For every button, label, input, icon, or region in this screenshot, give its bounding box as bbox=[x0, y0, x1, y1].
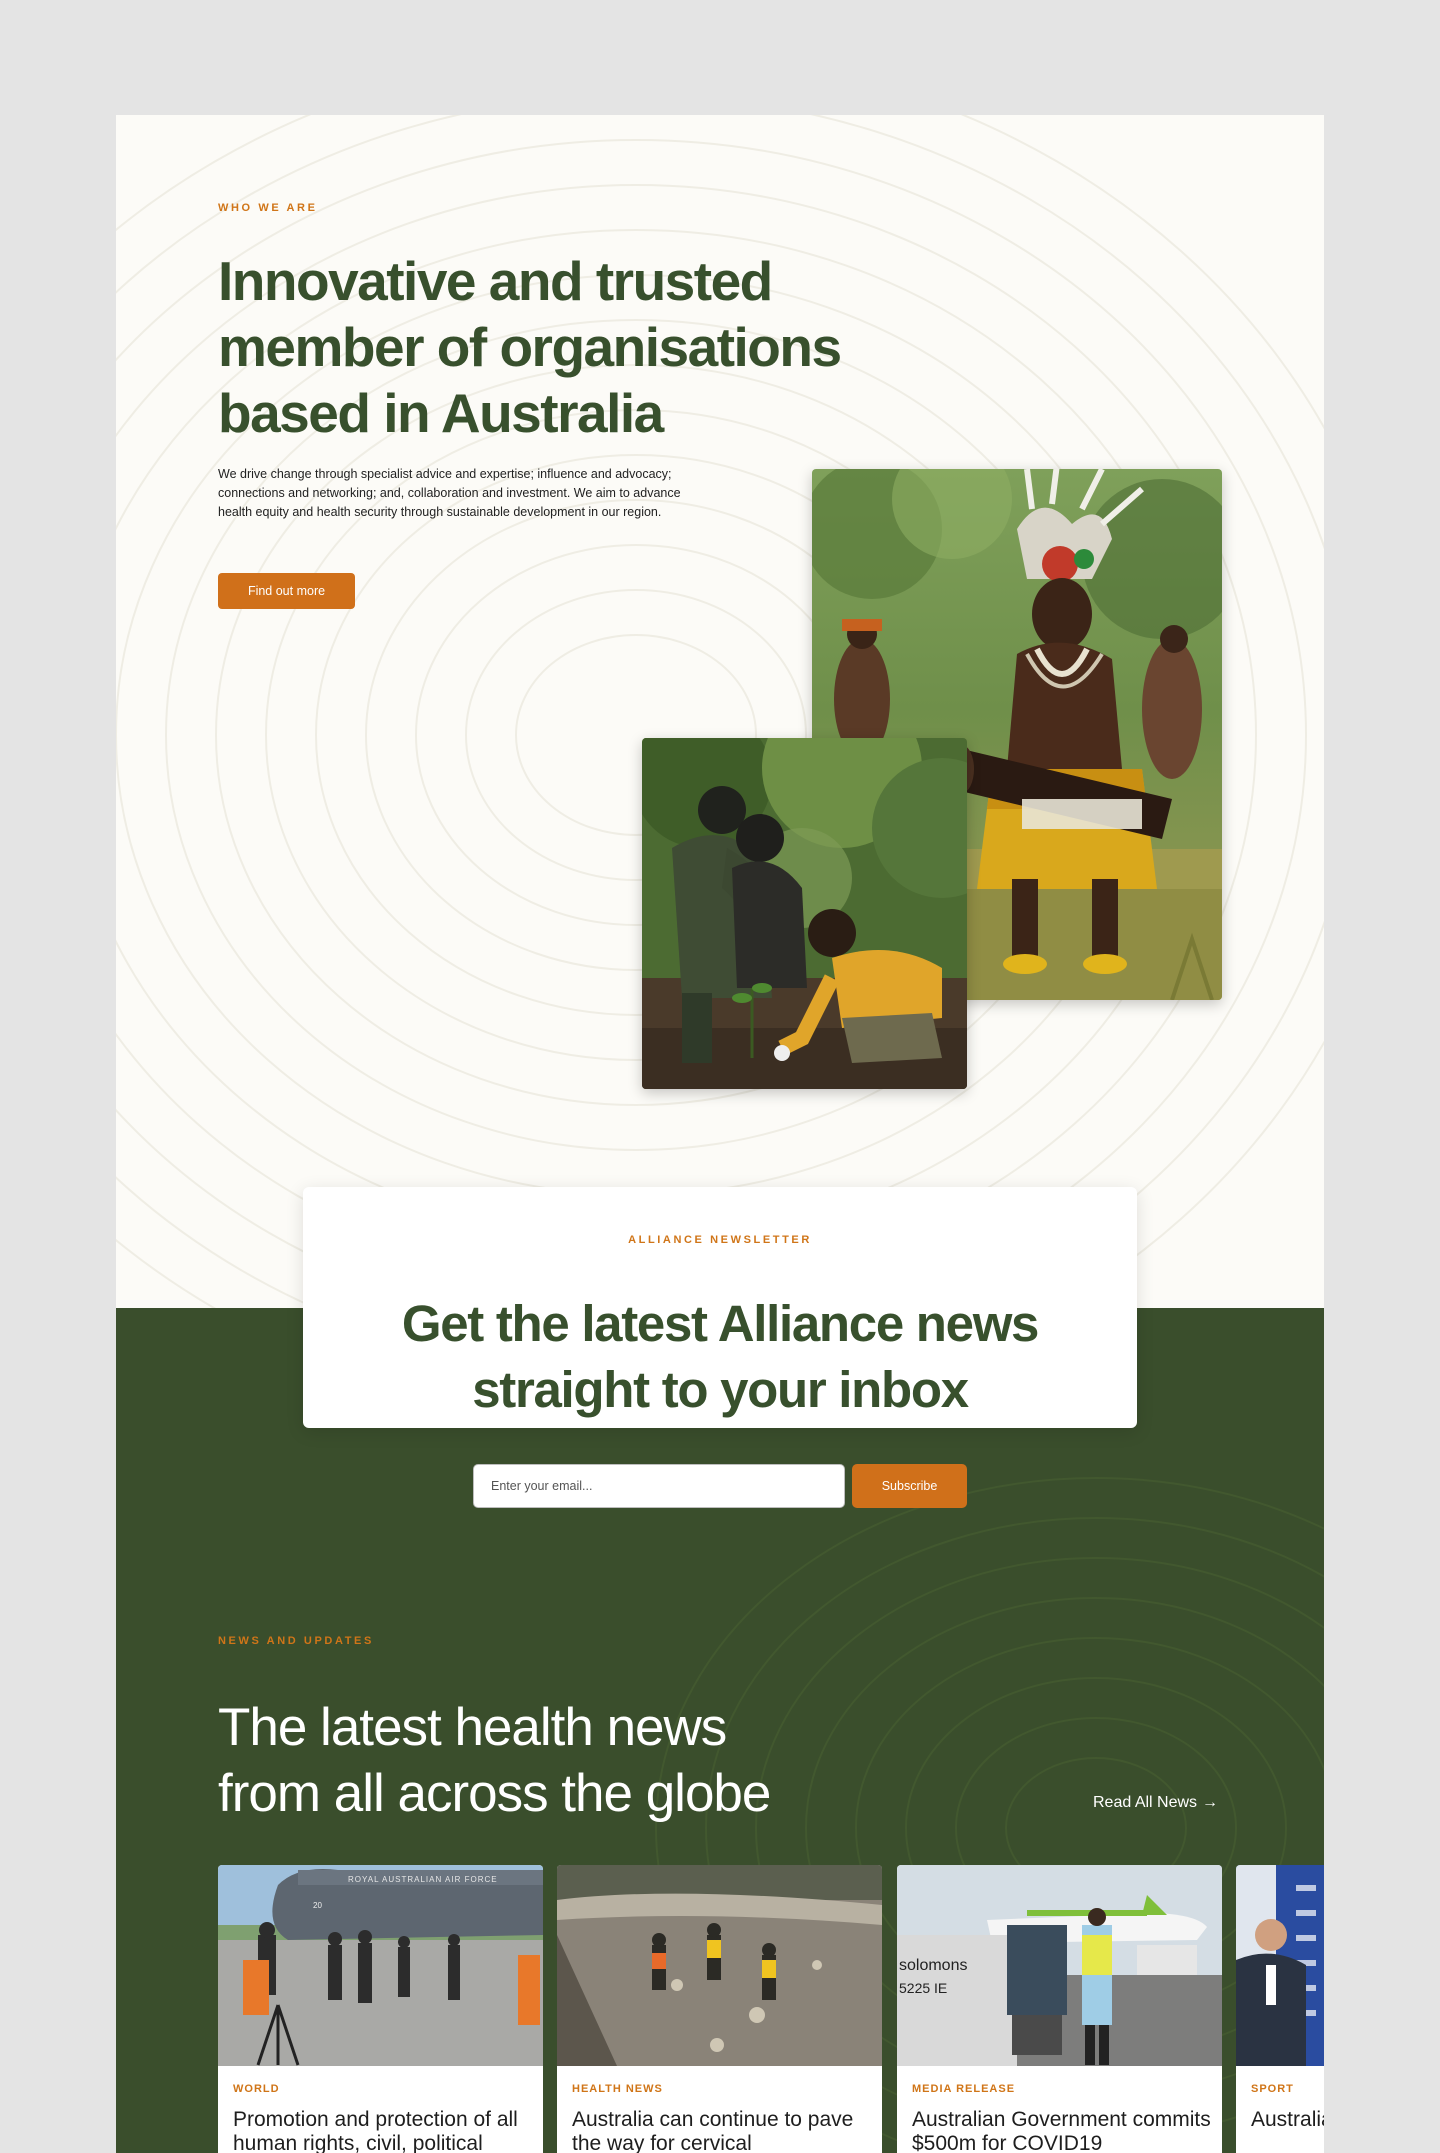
aircraft-tail-number: 20 bbox=[313, 1901, 322, 1910]
news-card[interactable]: HEALTH NEWS Australia can continue to pa… bbox=[557, 1865, 882, 2153]
news-card-category: HEALTH NEWS bbox=[572, 2083, 663, 2095]
find-out-more-button[interactable]: Find out more bbox=[218, 573, 355, 609]
arrow-right-icon: → bbox=[1202, 1794, 1219, 1811]
aircraft-livery-text: ROYAL AUSTRALIAN AIR FORCE bbox=[348, 1875, 498, 1884]
crate-label-line2: 5225 IE bbox=[899, 1980, 947, 1996]
news-card-category: MEDIA RELEASE bbox=[912, 2083, 1016, 2095]
read-all-news-label: Read All News bbox=[1093, 1794, 1198, 1811]
news-card-image-aircraft: ROYAL AUSTRALIAN AIR FORCE 20 bbox=[218, 1865, 543, 2066]
news-card-title[interactable]: Australian Government commits bbox=[1251, 2108, 1324, 2132]
hero-description: We drive change through specialist advic… bbox=[218, 467, 681, 519]
news-card-category: WORLD bbox=[233, 2083, 280, 2095]
news-card-title[interactable]: Australian Government commits $500m for … bbox=[912, 2108, 1212, 2153]
news-eyebrow: NEWS AND UPDATES bbox=[218, 1635, 374, 1647]
subscribe-button[interactable]: Subscribe bbox=[852, 1464, 967, 1508]
who-we-are-section: WHO WE ARE Innovative and trusted member… bbox=[116, 115, 1324, 1308]
news-card[interactable]: ROYAL AUSTRALIAN AIR FORCE 20 WORLD Prom… bbox=[218, 1865, 543, 2153]
news-title: The latest health news from all across t… bbox=[218, 1698, 771, 1823]
news-card[interactable]: SPORT Australian Government commits bbox=[1236, 1865, 1324, 2153]
read-all-news-link[interactable]: Read All News → bbox=[1093, 1794, 1218, 1812]
email-input[interactable] bbox=[473, 1464, 845, 1508]
news-card-title[interactable]: Australia can continue to pave the way f… bbox=[572, 2108, 872, 2153]
page-frame: WHO WE ARE Innovative and trusted member… bbox=[116, 115, 1324, 2153]
newsletter-title: Get the latest Alliance news straight to… bbox=[303, 1291, 1137, 1423]
crate-label-line1: solomons bbox=[899, 1957, 967, 1974]
newsletter-card: ALLIANCE NEWSLETTER Get the latest Allia… bbox=[303, 1187, 1137, 1428]
tree-planting-photo bbox=[642, 738, 967, 1089]
news-card[interactable]: solomons 5225 IE MEDIA RELEASE Australia… bbox=[897, 1865, 1222, 2153]
news-card-image-press-conference bbox=[1236, 1865, 1324, 2066]
newsletter-title-text: Get the latest Alliance news straight to… bbox=[401, 1295, 1040, 1418]
news-card-title[interactable]: Promotion and protection of all human ri… bbox=[233, 2108, 533, 2153]
who-we-are-eyebrow: WHO WE ARE bbox=[218, 202, 318, 214]
newsletter-eyebrow: ALLIANCE NEWSLETTER bbox=[628, 1234, 812, 1246]
hero-title: Innovative and trusted member of organis… bbox=[218, 250, 842, 444]
news-card-image-vaccine-delivery: solomons 5225 IE bbox=[897, 1865, 1222, 2066]
news-card-category: SPORT bbox=[1251, 2083, 1294, 2095]
news-card-image-cleanup bbox=[557, 1865, 882, 2066]
